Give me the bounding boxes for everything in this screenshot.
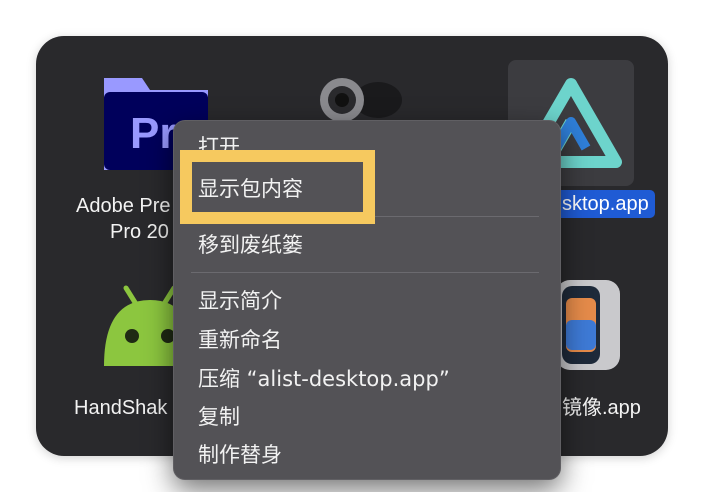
menu-separator	[191, 216, 539, 217]
menu-item-get-info[interactable]: 显示简介	[198, 288, 282, 314]
menu-separator	[191, 272, 539, 273]
file-label-handshaker[interactable]: HandShak	[74, 396, 167, 420]
file-label-premiere-line1[interactable]: Adobe Pre	[76, 194, 171, 218]
file-label-premiere-line2[interactable]: Pro 20	[110, 220, 169, 244]
file-label-iphone-mirroring[interactable]: 镜像.app	[562, 396, 641, 420]
menu-item-move-to-trash[interactable]: 移到废纸篓	[198, 232, 303, 258]
menu-item-duplicate[interactable]: 复制	[198, 404, 240, 430]
menu-item-make-alias[interactable]: 制作替身	[198, 442, 282, 468]
context-menu: 打开 显示包内容 移到废纸篓 显示简介 重新命名 压缩 “alist-deskt…	[173, 120, 561, 480]
menu-item-open[interactable]: 打开	[198, 134, 240, 160]
menu-item-compress[interactable]: 压缩 “alist-desktop.app”	[198, 366, 450, 392]
menu-item-show-package-contents[interactable]: 显示包内容	[198, 176, 303, 202]
menu-item-rename[interactable]: 重新命名	[198, 327, 282, 353]
iphone-mirroring-icon[interactable]	[556, 280, 620, 375]
svg-text:Pr: Pr	[130, 109, 176, 158]
file-label-alist-selected[interactable]: sktop.app	[556, 190, 655, 218]
